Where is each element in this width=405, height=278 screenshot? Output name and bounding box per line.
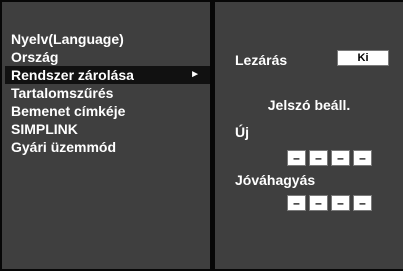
confirm-password-input[interactable]: – – – – — [287, 195, 372, 211]
menu-item-label: Bemenet címkéje — [11, 103, 126, 119]
menu-item-input-label[interactable]: Bemenet címkéje — [5, 102, 210, 120]
pin-digit-field[interactable]: – — [309, 150, 328, 166]
menu-panel: Nyelv(Language) Ország Rendszer zárolása… — [2, 2, 210, 269]
new-password-input[interactable]: – – – – — [287, 150, 372, 166]
new-password-label: Új — [235, 124, 249, 140]
menu-item-label: Ország — [11, 49, 59, 65]
tv-menu-screen: Nyelv(Language) Ország Rendszer zárolása… — [0, 0, 403, 271]
pin-digit-field[interactable]: – — [309, 195, 328, 211]
menu-item-label: Gyári üzemmód — [11, 139, 117, 155]
menu-item-factory-mode[interactable]: Gyári üzemmód — [5, 138, 210, 156]
lock-label: Lezárás — [235, 52, 288, 68]
pin-digit-field[interactable]: – — [331, 195, 350, 211]
menu-item-label: SIMPLINK — [11, 121, 78, 137]
arrow-right-icon: ► — [190, 69, 200, 80]
confirm-password-label: Jóváhagyás — [235, 172, 316, 188]
menu-item-language[interactable]: Nyelv(Language) — [5, 30, 210, 48]
menu-item-content-filter[interactable]: Tartalomszűrés — [5, 84, 210, 102]
password-set-title: Jelszó beáll. — [267, 97, 351, 113]
settings-panel: Lezárás Ki Jelszó beáll. Új – – – – Jóvá… — [215, 2, 403, 269]
lock-value-field[interactable]: Ki — [337, 50, 389, 66]
menu-item-system-lock[interactable]: Rendszer zárolása ► — [5, 66, 210, 84]
menu-item-label: Rendszer zárolása — [11, 67, 134, 83]
menu-list: Nyelv(Language) Ország Rendszer zárolása… — [5, 30, 210, 156]
menu-item-country[interactable]: Ország — [5, 48, 210, 66]
pin-digit-field[interactable]: – — [331, 150, 350, 166]
menu-item-label: Nyelv(Language) — [11, 31, 124, 47]
pin-digit-field[interactable]: – — [287, 195, 306, 211]
pin-digit-field[interactable]: – — [353, 195, 372, 211]
pin-digit-field[interactable]: – — [353, 150, 372, 166]
pin-digit-field[interactable]: – — [287, 150, 306, 166]
menu-item-simplink[interactable]: SIMPLINK — [5, 120, 210, 138]
menu-item-label: Tartalomszűrés — [11, 85, 114, 101]
